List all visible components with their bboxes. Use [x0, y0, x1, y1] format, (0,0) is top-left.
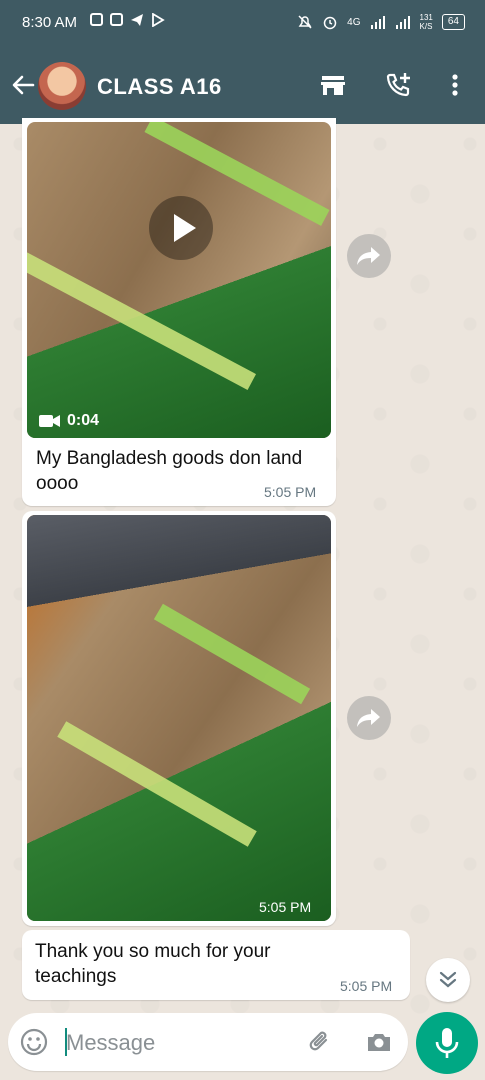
video-camera-icon	[39, 415, 60, 427]
network-speed: 131 K/S	[420, 13, 433, 31]
emoji-icon[interactable]	[20, 1028, 48, 1056]
network-speed-unit: K/S	[419, 22, 433, 31]
mic-button[interactable]	[416, 1012, 478, 1074]
more-vert-icon[interactable]	[440, 70, 470, 100]
tape-strip	[153, 603, 311, 705]
message-time: 5:05 PM	[340, 978, 393, 994]
play-icon	[174, 214, 196, 242]
signal-icon-2	[395, 16, 410, 29]
mute-bell-icon	[298, 15, 312, 29]
forward-icon	[357, 247, 380, 265]
image-message-bubble[interactable]: 5:05 PM	[22, 511, 336, 926]
telegram-notification-icon	[130, 13, 144, 31]
tape-strip	[57, 721, 257, 847]
notification-icons	[90, 12, 165, 31]
message-text: Thank you so much for your teachings	[35, 941, 271, 987]
scroll-to-bottom-button[interactable]	[426, 958, 470, 1002]
store-icon[interactable]	[318, 70, 348, 100]
message-composer	[8, 1013, 408, 1071]
forward-button[interactable]	[347, 696, 391, 740]
message-time: 5:05 PM	[259, 899, 312, 915]
avatar[interactable]	[38, 62, 86, 110]
back-arrow-icon[interactable]	[8, 70, 38, 100]
instagram-notification-icon	[110, 13, 123, 26]
double-chevron-down-icon	[439, 971, 457, 988]
video-duration-text: 0:04	[67, 412, 100, 429]
forward-icon	[357, 709, 380, 727]
network-type: 4G	[347, 16, 361, 28]
chat-title[interactable]: CLASS A16	[97, 74, 222, 100]
text-cursor	[65, 1028, 67, 1056]
play-store-notification-icon	[151, 12, 165, 31]
tape-strip	[27, 252, 257, 390]
package-photo	[27, 515, 331, 921]
message-input[interactable]	[64, 1027, 288, 1059]
add-call-icon[interactable]	[384, 70, 414, 100]
package-photo	[27, 122, 331, 438]
status-bar: 8:30 AM 4G 131 K/S 64	[0, 0, 485, 48]
battery-indicator: 64	[441, 14, 465, 30]
network-speed-value: 131	[419, 13, 433, 22]
camera-icon[interactable]	[365, 1028, 393, 1056]
attach-icon[interactable]	[306, 1028, 334, 1056]
video-thumbnail[interactable]: 0:04	[27, 122, 331, 438]
whatsapp-notification-icon	[90, 13, 103, 26]
chat-header: CLASS A16	[0, 48, 485, 124]
alarm-icon	[323, 16, 337, 30]
forward-button[interactable]	[347, 234, 391, 278]
microphone-icon	[435, 1028, 459, 1058]
message-time: 5:05 PM	[264, 484, 317, 500]
video-duration: 0:04	[39, 412, 99, 430]
status-time: 8:30 AM	[22, 14, 78, 31]
text-message-bubble[interactable]: Thank you so much for your teachings 5:0…	[22, 930, 410, 1000]
video-message-bubble[interactable]: 0:04 My Bangladesh goods don land oooo 5…	[22, 118, 336, 506]
play-button[interactable]	[149, 196, 213, 260]
image-thumbnail[interactable]: 5:05 PM	[27, 515, 331, 921]
system-status-icons: 4G 131 K/S 64	[297, 13, 465, 31]
signal-icon	[370, 16, 385, 29]
